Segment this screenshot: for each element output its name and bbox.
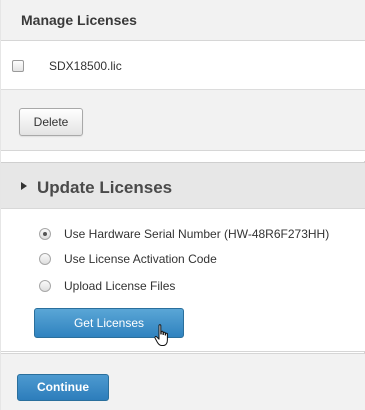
radio-hardware-serial[interactable] (39, 228, 51, 240)
manage-licenses-title: Manage Licenses (21, 12, 137, 28)
option-label: Use License Activation Code (64, 252, 217, 266)
license-row: SDX18500.lic (1, 41, 365, 90)
footer-bar: Continue (1, 353, 365, 410)
continue-button[interactable]: Continue (17, 374, 109, 401)
delete-toolbar: Delete (1, 90, 365, 151)
delete-button[interactable]: Delete (19, 108, 83, 136)
update-licenses-header[interactable]: Update Licenses (1, 162, 365, 209)
option-label: Upload License Files (64, 279, 176, 293)
hand-pointer-icon (154, 324, 168, 346)
license-checkbox[interactable] (12, 60, 24, 72)
manage-licenses-header: Manage Licenses (1, 0, 365, 41)
radio-activation-code[interactable] (39, 253, 51, 265)
option-label: Use Hardware Serial Number (HW-48R6F273H… (64, 227, 330, 241)
option-upload-files[interactable]: Upload License Files (39, 278, 175, 294)
license-name: SDX18500.lic (49, 59, 122, 73)
license-panel: Manage Licenses SDX18500.lic Delete Upda… (0, 0, 365, 410)
radio-upload-files[interactable] (39, 280, 51, 292)
update-licenses-body: Use Hardware Serial Number (HW-48R6F273H… (1, 209, 365, 352)
update-licenses-title: Update Licenses (37, 178, 173, 197)
option-hardware-serial[interactable]: Use Hardware Serial Number (HW-48R6F273H… (39, 226, 329, 242)
option-activation-code[interactable]: Use License Activation Code (39, 251, 217, 267)
triangle-right-icon[interactable] (21, 182, 27, 190)
section-gap (1, 151, 365, 161)
